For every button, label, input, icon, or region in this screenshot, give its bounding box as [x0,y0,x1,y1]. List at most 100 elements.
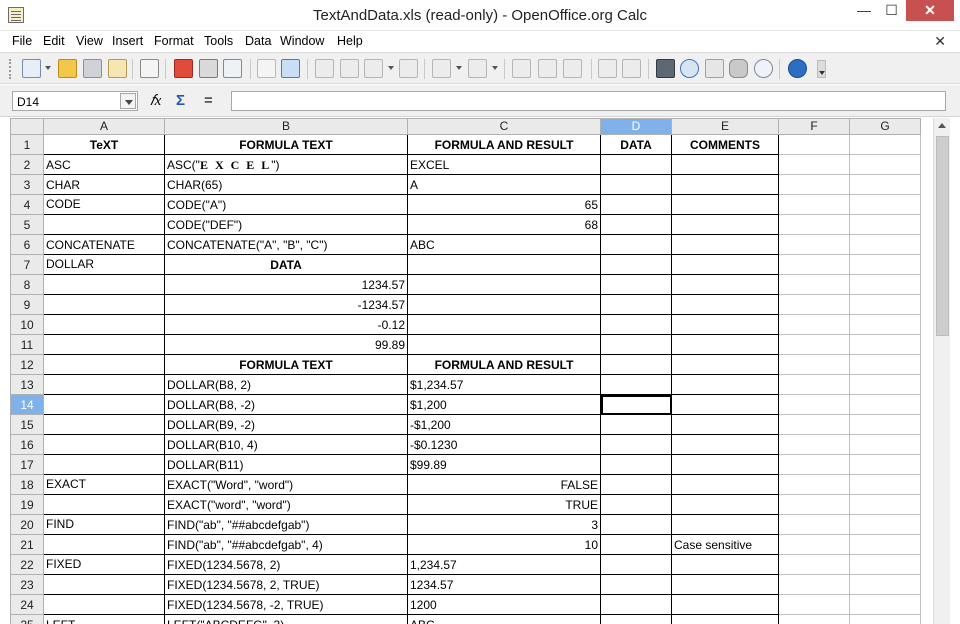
menu-help[interactable]: Help [337,34,363,48]
cell-a5[interactable] [43,214,165,235]
cell-c1[interactable]: FORMULA AND RESULT [407,134,601,155]
data-sources-icon[interactable] [729,59,748,78]
cell-g8[interactable] [849,274,921,295]
cell-g13[interactable] [849,374,921,395]
cell-g16[interactable] [849,434,921,455]
cell-d25[interactable] [600,614,672,624]
cell-g7[interactable] [849,254,921,275]
cell-g17[interactable] [849,454,921,475]
cell-b1[interactable]: FORMULA TEXT [164,134,408,155]
cell-d15[interactable] [600,414,672,435]
minimize-button[interactable]: — [850,0,878,21]
cell-a25[interactable]: LEFT [43,614,165,624]
paste-dropdown-arrow-icon[interactable] [388,66,394,70]
cell-a10[interactable] [43,314,165,335]
cut-icon[interactable] [315,59,334,78]
cell-a3[interactable]: CHAR [43,174,165,195]
cell-f15[interactable] [778,414,850,435]
cell-d12[interactable] [600,354,672,375]
cell-g11[interactable] [849,334,921,355]
cell-e10[interactable] [671,314,779,335]
cell-f17[interactable] [778,454,850,475]
cell-f18[interactable] [778,474,850,495]
cell-f22[interactable] [778,554,850,575]
cell-d18[interactable] [600,474,672,495]
gallery-icon[interactable] [705,59,724,78]
cell-a7[interactable]: DOLLAR [43,254,165,275]
cell-a13[interactable] [43,374,165,395]
cell-c19[interactable]: TRUE [407,494,601,515]
cell-b22[interactable]: FIXED(1234.5678, 2) [164,554,408,575]
find-replace-icon[interactable] [656,59,675,78]
cell-d10[interactable] [600,314,672,335]
cell-g23[interactable] [849,574,921,595]
cell-c13[interactable]: $1,234.57 [407,374,601,395]
zoom-icon[interactable] [754,59,773,78]
cell-c2[interactable]: EXCEL [407,154,601,175]
cell-d1[interactable]: DATA [600,134,672,155]
cell-g6[interactable] [849,234,921,255]
cell-b16[interactable]: DOLLAR(B10, 4) [164,434,408,455]
format-paintbrush-icon[interactable] [399,59,418,78]
cell-c11[interactable] [407,334,601,355]
cell-d22[interactable] [600,554,672,575]
cell-g22[interactable] [849,554,921,575]
save-icon[interactable] [83,59,102,78]
row-header-4[interactable]: 4 [10,194,44,215]
undo-icon[interactable] [432,59,451,78]
cell-c17[interactable]: $99.89 [407,454,601,475]
copy-icon[interactable] [340,59,359,78]
cell-f20[interactable] [778,514,850,535]
cell-d17[interactable] [600,454,672,475]
menu-insert[interactable]: Insert [112,34,143,48]
cell-e1[interactable]: COMMENTS [671,134,779,155]
row-header-19[interactable]: 19 [10,494,44,515]
sort-descending-icon[interactable] [563,59,582,78]
menu-view[interactable]: View [76,34,103,48]
cell-f6[interactable] [778,234,850,255]
spellcheck-icon[interactable] [257,59,276,78]
cell-e2[interactable] [671,154,779,175]
new-dropdown-arrow-icon[interactable] [45,66,51,70]
cell-d14[interactable] [600,394,672,415]
function-equals-icon[interactable]: = [204,92,213,109]
sum-icon[interactable]: Σ [176,92,185,109]
cell-g1[interactable] [849,134,921,155]
menu-format[interactable]: Format [154,34,194,48]
cell-a6[interactable]: CONCATENATE [43,234,165,255]
cell-b5[interactable]: CODE("DEF") [164,214,408,235]
cell-b21[interactable]: FIND("ab", "##abcdefgab", 4) [164,534,408,555]
row-header-7[interactable]: 7 [10,254,44,275]
cell-d8[interactable] [600,274,672,295]
page-preview-icon[interactable] [223,59,242,78]
cell-g2[interactable] [849,154,921,175]
paste-icon[interactable] [364,59,383,78]
cell-f25[interactable] [778,614,850,624]
cell-d24[interactable] [600,594,672,615]
cell-a19[interactable] [43,494,165,515]
cell-e6[interactable] [671,234,779,255]
print-icon[interactable] [199,59,218,78]
cell-c14[interactable]: $1,200 [407,394,601,415]
column-header-e[interactable]: E [671,118,779,135]
cell-g19[interactable] [849,494,921,515]
draw-functions-icon[interactable] [622,59,641,78]
menu-file[interactable]: File [12,34,32,48]
menu-window[interactable]: Window [280,34,324,48]
cell-c16[interactable]: -$0.1230 [407,434,601,455]
cell-g3[interactable] [849,174,921,195]
sort-ascending-icon[interactable] [538,59,557,78]
new-icon[interactable] [22,59,41,78]
undo-dropdown-arrow-icon[interactable] [456,66,462,70]
cell-g10[interactable] [849,314,921,335]
cell-f2[interactable] [778,154,850,175]
row-header-6[interactable]: 6 [10,234,44,255]
column-header-c[interactable]: C [407,118,601,135]
menu-edit[interactable]: Edit [43,34,65,48]
cell-d11[interactable] [600,334,672,355]
cell-a18[interactable]: EXACT [43,474,165,495]
cell-b17[interactable]: DOLLAR(B11) [164,454,408,475]
cell-d23[interactable] [600,574,672,595]
select-all-corner[interactable] [10,118,44,135]
row-header-9[interactable]: 9 [10,294,44,315]
